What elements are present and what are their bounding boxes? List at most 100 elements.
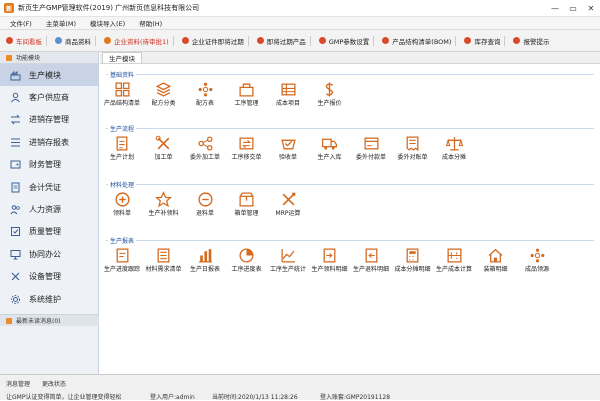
- tile-label: 成本项目: [275, 100, 300, 107]
- toolbar-button-gmp-settings[interactable]: GMP参数设置: [318, 35, 375, 46]
- dots-icon: [198, 82, 212, 97]
- tile-1-1[interactable]: 加工单: [142, 135, 186, 161]
- unread-messages-label: 最新未读消息(0): [16, 318, 61, 325]
- sidebar-item-5[interactable]: 会计凭证: [0, 176, 98, 198]
- quality-icon: [10, 226, 21, 237]
- tile-0-1[interactable]: 配方分类: [142, 81, 186, 107]
- toolbar-button-alarm[interactable]: 报警提示: [513, 36, 549, 46]
- toolbar-button-cert-expire[interactable]: 企业证件即将过期: [181, 35, 249, 46]
- tile-3-4[interactable]: 工序生产统计: [266, 247, 310, 273]
- tile-1-5[interactable]: 生产入库: [308, 135, 352, 161]
- toolbar-label: 库存查询: [474, 37, 501, 46]
- tile-0-0[interactable]: 产品结构清单: [100, 81, 144, 107]
- sidebar-item-10[interactable]: 系统维护: [0, 288, 98, 310]
- tile-label: 领料单: [112, 210, 131, 217]
- tile-1-2[interactable]: 委外加工单: [183, 135, 227, 161]
- dots-icon: [530, 248, 544, 263]
- tile-3-0[interactable]: 生产进度跟踪: [100, 247, 144, 273]
- tile-label: 材料需求清单: [145, 266, 182, 273]
- toolbar-button-expire-products[interactable]: 即将过期产品: [256, 35, 311, 46]
- box-icon: [239, 192, 254, 207]
- doc-progress-icon: [116, 248, 128, 263]
- tile-0-5[interactable]: 生产报价: [308, 81, 352, 107]
- doc-in-icon: [323, 248, 336, 263]
- menu-module-import[interactable]: 模块导入(E): [90, 18, 125, 28]
- sidebar: 功能模块 生产模块 客户供应商进销存管理进销存报表财务管理会计凭证 人力资源 质量管理…: [0, 52, 99, 374]
- section-divider: [106, 240, 594, 241]
- tile-3-6[interactable]: 生产退料明细: [349, 247, 393, 273]
- tile-2-1[interactable]: 生产补领料: [142, 191, 186, 217]
- process-icon: [239, 83, 254, 97]
- layers-icon: [155, 82, 172, 97]
- tile-1-0[interactable]: 生产计划: [100, 135, 144, 161]
- tile-1-6[interactable]: 委外付款单: [349, 135, 393, 161]
- maximize-icon[interactable]: ▭: [564, 0, 582, 17]
- tile-3-10[interactable]: 成品领源: [515, 247, 559, 273]
- tile-0-2[interactable]: 配方表: [183, 81, 227, 107]
- tile-2-0[interactable]: 领料单: [100, 191, 144, 217]
- sidebar-item-3[interactable]: 进销存报表: [0, 131, 98, 153]
- tile-3-8[interactable]: 生产成本计算: [432, 247, 476, 273]
- toolbar-button-stock[interactable]: 库存查询: [464, 35, 506, 46]
- minimize-icon[interactable]: —: [546, 0, 564, 17]
- sidebar-item-4[interactable]: 财务管理: [0, 154, 98, 176]
- tile-label: 生产补领料: [148, 210, 179, 217]
- goods-icon: [55, 37, 62, 44]
- sidebar-item-label: 进销存管理: [29, 115, 69, 125]
- cert-icon: [181, 37, 189, 44]
- toolbar-label: GMP参数设置: [328, 37, 370, 46]
- toolbar-button-board[interactable]: 车间看板: [6, 35, 47, 46]
- gear-icon: [10, 294, 21, 305]
- tile-1-7[interactable]: 委外对账单: [391, 135, 435, 161]
- tile-3-9[interactable]: 装箱明细: [474, 247, 518, 273]
- tile-label: 成本分摊: [441, 154, 466, 161]
- sidebar-item-2[interactable]: 进销存管理: [0, 109, 98, 131]
- people-icon: [10, 204, 21, 215]
- transfer-icon: [239, 137, 254, 150]
- change-status-link[interactable]: 更改状态: [42, 379, 66, 388]
- close-icon[interactable]: ✕: [582, 0, 600, 17]
- tools-icon: [10, 271, 21, 282]
- tile-0-4[interactable]: 成本项目: [266, 81, 310, 107]
- tab-production[interactable]: 生产模块: [102, 52, 142, 63]
- sidebar-item-8[interactable]: 协同办公: [0, 243, 98, 265]
- menu-file[interactable]: 文件(F): [10, 18, 32, 28]
- sidebar-item-7[interactable]: 质量管理: [0, 221, 98, 243]
- menu-bar: 文件(F) 主菜单(M) 模块导入(E) 帮助(H): [0, 17, 600, 30]
- tile-3-1[interactable]: 材料需求清单: [142, 247, 186, 273]
- tile-0-3[interactable]: 工序管理: [225, 81, 269, 107]
- sidebar-header-label: 功能模块: [16, 55, 41, 62]
- sidebar-item-label: 财务管理: [29, 160, 61, 170]
- tile-1-3[interactable]: 工序移交单: [225, 135, 269, 161]
- tile-label: 委外对账单: [397, 154, 428, 161]
- sidebar-item-9[interactable]: 设备管理: [0, 266, 98, 288]
- plus-circle-icon: [114, 192, 130, 207]
- tile-label: 工序生产统计: [269, 266, 306, 273]
- toolbar-label: 车间看板: [16, 37, 42, 46]
- tile-3-2[interactable]: 生产日报表: [183, 247, 227, 273]
- tile-1-4[interactable]: 验收单: [266, 135, 310, 161]
- sidebar-item-0[interactable]: 生产模块: [0, 64, 98, 87]
- sidebar-item-label: 设备管理: [29, 272, 61, 282]
- tile-3-7[interactable]: 成本分摊明细: [391, 247, 435, 273]
- menu-help[interactable]: 帮助(H): [139, 18, 162, 28]
- tile-3-3[interactable]: 工序进度表: [225, 247, 269, 273]
- tile-3-5[interactable]: 生产领料明细: [308, 247, 352, 273]
- tile-1-8[interactable]: 成本分摊: [432, 135, 476, 161]
- tile-label: 生产日报表: [189, 266, 220, 273]
- unread-messages[interactable]: 最新未读消息(0): [0, 314, 99, 326]
- tile-2-4[interactable]: MRP运算: [266, 191, 310, 217]
- toolbar-button-company[interactable]: 企业资料(待审批1): [104, 35, 174, 46]
- sidebar-item-6[interactable]: 人力资源: [0, 198, 98, 220]
- tile-2-3[interactable]: 箱单管理: [225, 191, 269, 217]
- bom-icon: [382, 37, 390, 44]
- menu-main[interactable]: 主菜单(M): [46, 18, 76, 28]
- toolbar-button-bom[interactable]: 产品结构清单(BOM): [382, 35, 457, 46]
- tile-label: 生产计划: [109, 154, 134, 161]
- toolbar-button-goods[interactable]: 商品资料: [55, 35, 96, 46]
- message-manage-link[interactable]: 消息管理: [6, 379, 30, 388]
- tile-2-2[interactable]: 退料单: [183, 191, 227, 217]
- doc-out-icon: [365, 248, 377, 263]
- tile-label: 工序管理: [234, 100, 259, 107]
- sidebar-item-1[interactable]: 客户供应商: [0, 86, 98, 108]
